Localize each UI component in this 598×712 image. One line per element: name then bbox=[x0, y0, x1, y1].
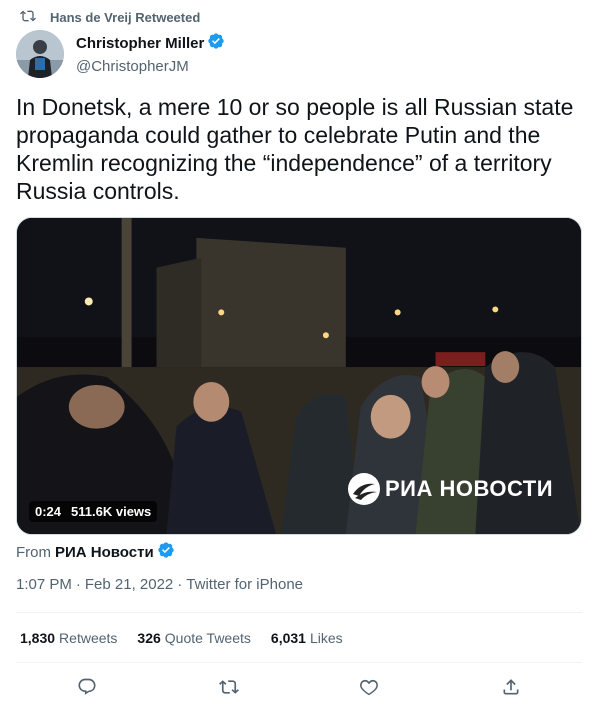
retweets-count: 1,830 bbox=[20, 630, 56, 646]
like-icon bbox=[359, 677, 379, 702]
source-prefix: From bbox=[16, 543, 51, 561]
watermark-text: РИА НОВОСТИ bbox=[385, 476, 554, 501]
video-player[interactable]: РИА НОВОСТИ 0:24 511.6K views bbox=[16, 217, 582, 535]
meta-separator: · bbox=[177, 576, 183, 593]
share-button[interactable] bbox=[498, 676, 524, 702]
retweet-icon bbox=[219, 677, 239, 702]
source-name[interactable]: РИА Новости bbox=[55, 544, 154, 561]
divider bbox=[16, 612, 582, 613]
tweet-date[interactable]: Feb 21, 2022 bbox=[85, 576, 173, 593]
ria-logo-icon bbox=[348, 473, 380, 505]
likes-label: Likes bbox=[309, 630, 343, 646]
quotes-label: Quote Tweets bbox=[164, 630, 251, 646]
like-button[interactable] bbox=[356, 676, 382, 702]
source-verified-icon bbox=[154, 541, 175, 563]
avatar[interactable] bbox=[16, 30, 64, 78]
likes-stat[interactable]: 6,031 Likes bbox=[271, 630, 343, 646]
likes-count: 6,031 bbox=[270, 630, 306, 646]
tweet-client[interactable]: Twitter for iPhone bbox=[186, 576, 303, 593]
share-icon bbox=[501, 677, 521, 702]
retweet-button[interactable] bbox=[216, 676, 242, 702]
quotes-count: 326 bbox=[137, 630, 161, 646]
video-views: 511.6K views bbox=[71, 504, 152, 519]
reply-button[interactable] bbox=[74, 676, 100, 702]
video-info-badge: 0:24 511.6K views bbox=[29, 501, 158, 522]
divider bbox=[16, 662, 582, 663]
meta-separator: · bbox=[75, 576, 81, 593]
retweet-icon bbox=[20, 8, 50, 27]
author-handle[interactable]: @ChristopherJM bbox=[76, 57, 225, 77]
tweet-text: In Donetsk, a mere 10 or so people is al… bbox=[16, 94, 574, 204]
tweet-time[interactable]: 1:07 PM bbox=[16, 576, 72, 593]
retweets-label: Retweets bbox=[59, 630, 118, 646]
action-bar bbox=[0, 672, 598, 708]
engagement-stats: 1,830 Retweets 326 Quote Tweets 6,031 Likes bbox=[20, 630, 363, 646]
reply-icon bbox=[77, 677, 97, 702]
video-duration: 0:24 bbox=[35, 504, 62, 519]
author-block[interactable]: Christopher Miller @ChristopherJM bbox=[76, 32, 225, 77]
media-source: From РИА Новости bbox=[16, 541, 175, 563]
retweet-context[interactable]: Hans de Vreij Retweeted bbox=[20, 8, 200, 26]
retweeter-label[interactable]: Hans de Vreij Retweeted bbox=[50, 10, 200, 25]
verified-icon bbox=[204, 32, 225, 56]
author-name[interactable]: Christopher Miller bbox=[76, 34, 204, 54]
retweets-stat[interactable]: 1,830 Retweets bbox=[20, 630, 117, 646]
ria-watermark: РИА НОВОСТИ bbox=[347, 472, 553, 506]
quotes-stat[interactable]: 326 Quote Tweets bbox=[137, 630, 251, 646]
tweet-meta: 1:07 PM · Feb 21, 2022 · Twitter for iPh… bbox=[16, 576, 303, 593]
